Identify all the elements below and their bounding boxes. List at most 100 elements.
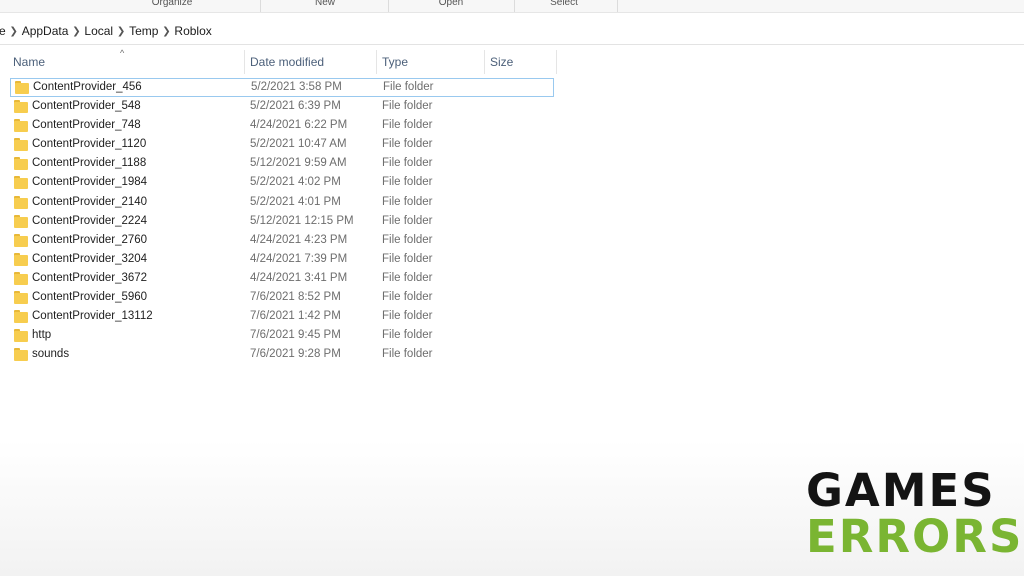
file-date-modified: 5/2/2021 4:01 PM bbox=[250, 195, 341, 208]
folder-icon bbox=[14, 252, 28, 266]
file-date-modified: 5/2/2021 6:39 PM bbox=[250, 100, 341, 113]
column-divider[interactable] bbox=[244, 50, 245, 74]
file-type: File folder bbox=[382, 310, 433, 323]
file-row[interactable]: http 7/6/2021 9:45 PM File folder bbox=[0, 326, 560, 345]
file-row[interactable]: ContentProvider_748 4/24/2021 6:22 PM File… bbox=[0, 116, 560, 135]
file-date-modified: 4/24/2021 7:39 PM bbox=[250, 252, 348, 265]
file-name[interactable]: ContentProvider_1120 bbox=[32, 135, 146, 154]
file-name[interactable]: ContentProvider_548 bbox=[32, 97, 141, 116]
file-date-modified: 7/6/2021 8:52 PM bbox=[250, 291, 341, 304]
folder-icon bbox=[14, 195, 28, 209]
logo-text-games: GAMES bbox=[806, 464, 996, 517]
column-divider[interactable] bbox=[376, 50, 377, 74]
file-name[interactable]: ContentProvider_748 bbox=[32, 116, 141, 135]
file-row[interactable]: ContentProvider_1120 5/2/2021 10:47 AM Fil… bbox=[0, 135, 560, 154]
breadcrumb-item-appdata[interactable]: AppData bbox=[22, 24, 69, 38]
breadcrumb-item-temp[interactable]: Temp bbox=[129, 24, 158, 38]
file-type: File folder bbox=[382, 271, 433, 284]
ribbon-group-organize[interactable]: Organize bbox=[152, 0, 193, 8]
file-name[interactable]: ContentProvider_2224 bbox=[32, 212, 147, 231]
chevron-right-icon[interactable]: ❯ bbox=[68, 26, 84, 37]
file-row[interactable]: ContentProvider_3672 4/24/2021 3:41 PM Fil… bbox=[0, 269, 560, 288]
ribbon-separator bbox=[514, 0, 515, 12]
breadcrumb-item-local[interactable]: Local bbox=[84, 24, 113, 38]
folder-icon bbox=[14, 329, 28, 343]
file-type: File folder bbox=[382, 157, 433, 170]
file-type: File folder bbox=[382, 195, 433, 208]
file-row[interactable]: ContentProvider_1188 5/12/2021 9:59 AM Fil… bbox=[0, 154, 560, 173]
file-type: File folder bbox=[382, 348, 433, 361]
file-type: File folder bbox=[382, 291, 433, 304]
column-header-name[interactable]: Name bbox=[13, 48, 45, 74]
ribbon-separator bbox=[388, 0, 389, 12]
file-name[interactable]: ContentProvider_13112 bbox=[32, 307, 153, 326]
file-row[interactable]: ContentProvider_2224 5/12/2021 12:15 PM Fi… bbox=[0, 212, 560, 231]
file-date-modified: 4/24/2021 4:23 PM bbox=[250, 233, 348, 246]
folder-icon bbox=[14, 157, 28, 171]
file-row[interactable]: ContentProvider_548 5/2/2021 6:39 PM File … bbox=[0, 97, 560, 116]
file-name[interactable]: ContentProvider_2760 bbox=[32, 231, 147, 250]
column-header-row: ^ Name Date modified Type Size bbox=[0, 48, 1024, 74]
file-date-modified: 5/2/2021 4:02 PM bbox=[250, 176, 341, 189]
file-type: File folder bbox=[382, 138, 433, 151]
file-row[interactable]: ContentProvider_2140 5/2/2021 4:01 PM File… bbox=[0, 193, 560, 212]
file-date-modified: 5/12/2021 12:15 PM bbox=[250, 214, 354, 227]
file-row[interactable]: sounds 7/6/2021 9:28 PM File folder bbox=[0, 345, 560, 364]
ribbon-group-labels: Organize New Open Select bbox=[0, 0, 1024, 13]
file-type: File folder bbox=[382, 233, 433, 246]
ribbon-separator bbox=[260, 0, 261, 12]
chevron-right-icon[interactable]: ❯ bbox=[113, 26, 129, 37]
file-name[interactable]: sounds bbox=[32, 345, 69, 364]
column-header-type[interactable]: Type bbox=[382, 48, 408, 74]
file-date-modified: 7/6/2021 1:42 PM bbox=[250, 310, 341, 323]
file-row[interactable]: ContentProvider_2760 4/24/2021 4:23 PM Fil… bbox=[0, 231, 560, 250]
column-divider[interactable] bbox=[556, 50, 557, 74]
ribbon-group-new[interactable]: New bbox=[315, 0, 335, 8]
folder-icon bbox=[14, 291, 28, 305]
ribbon-group-open[interactable]: Open bbox=[439, 0, 463, 8]
file-explorer-window: Organize New Open Select e ❯ AppData ❯ L… bbox=[0, 0, 1024, 576]
breadcrumb-item-roblox[interactable]: Roblox bbox=[174, 24, 211, 38]
folder-icon bbox=[14, 214, 28, 228]
column-header-size[interactable]: Size bbox=[490, 48, 513, 74]
breadcrumb[interactable]: e ❯ AppData ❯ Local ❯ Temp ❯ Roblox bbox=[0, 18, 1024, 45]
sort-ascending-icon: ^ bbox=[120, 48, 125, 58]
file-type: File folder bbox=[382, 329, 433, 342]
file-name[interactable]: http bbox=[32, 326, 51, 345]
file-row[interactable]: ContentProvider_3204 4/24/2021 7:39 PM Fil… bbox=[0, 250, 560, 269]
ribbon-group-select[interactable]: Select bbox=[550, 0, 578, 8]
games-errors-logo: GAMES ERRORS bbox=[806, 464, 1021, 559]
folder-icon bbox=[14, 233, 28, 247]
folder-icon bbox=[14, 348, 28, 362]
folder-icon bbox=[14, 176, 28, 190]
file-name[interactable]: ContentProvider_3672 bbox=[32, 269, 147, 288]
file-date-modified: 5/2/2021 3:58 PM bbox=[251, 81, 342, 93]
column-divider[interactable] bbox=[484, 50, 485, 74]
file-date-modified: 4/24/2021 3:41 PM bbox=[250, 271, 348, 284]
file-row[interactable]: ContentProvider_456 5/2/2021 3:58 PM File … bbox=[10, 78, 554, 98]
file-date-modified: 5/12/2021 9:59 AM bbox=[250, 157, 347, 170]
file-date-modified: 4/24/2021 6:22 PM bbox=[250, 119, 348, 132]
file-name[interactable]: ContentProvider_1984 bbox=[32, 173, 147, 192]
folder-icon bbox=[14, 100, 28, 114]
file-name[interactable]: ContentProvider_2140 bbox=[32, 193, 147, 212]
folder-icon bbox=[14, 119, 28, 133]
file-date-modified: 7/6/2021 9:45 PM bbox=[250, 329, 341, 342]
file-name[interactable]: ContentProvider_456 bbox=[33, 78, 142, 97]
file-list: ContentProvider_456 5/2/2021 3:58 PM File … bbox=[0, 78, 560, 364]
file-name[interactable]: ContentProvider_1188 bbox=[32, 154, 146, 173]
file-type: File folder bbox=[382, 176, 433, 189]
chevron-right-icon[interactable]: ❯ bbox=[6, 26, 22, 37]
file-name[interactable]: ContentProvider_5960 bbox=[32, 288, 147, 307]
ribbon-separator bbox=[617, 0, 618, 12]
folder-icon bbox=[15, 81, 29, 94]
file-row[interactable]: ContentProvider_13112 7/6/2021 1:42 PM Fil… bbox=[0, 307, 560, 326]
folder-icon bbox=[14, 138, 28, 152]
chevron-right-icon[interactable]: ❯ bbox=[158, 26, 174, 37]
column-header-date-modified[interactable]: Date modified bbox=[250, 48, 324, 74]
file-row[interactable]: ContentProvider_1984 5/2/2021 4:02 PM File… bbox=[0, 173, 560, 192]
file-type: File folder bbox=[382, 252, 433, 265]
file-date-modified: 7/6/2021 9:28 PM bbox=[250, 348, 341, 361]
file-row[interactable]: ContentProvider_5960 7/6/2021 8:52 PM File… bbox=[0, 288, 560, 307]
file-name[interactable]: ContentProvider_3204 bbox=[32, 250, 147, 269]
